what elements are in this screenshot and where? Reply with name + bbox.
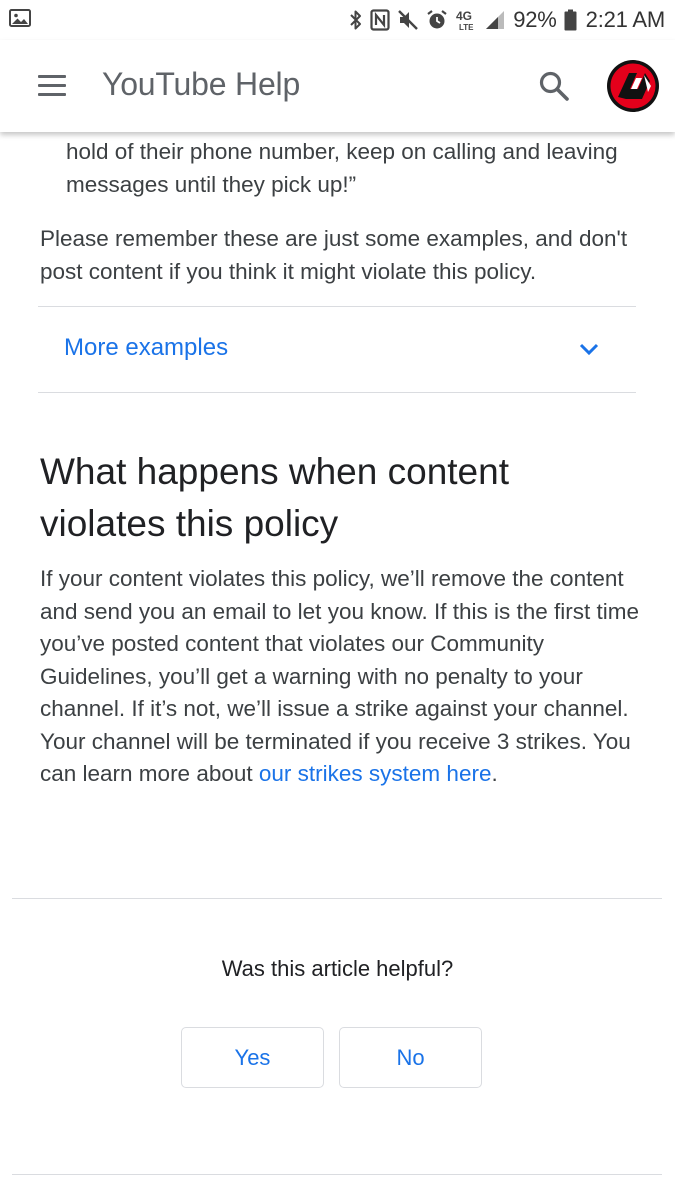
status-icons: 4G LTE 92% 2:21 AM (349, 6, 665, 34)
section-body-end: . (491, 761, 498, 786)
search-icon[interactable] (536, 68, 572, 104)
battery-percent: 92% (513, 7, 557, 32)
divider (12, 1174, 662, 1175)
divider (12, 898, 662, 899)
svg-text:LTE: LTE (459, 23, 474, 32)
status-bar: 4G LTE 92% 2:21 AM (0, 0, 675, 40)
example-quote-continuation: hold of their phone number, keep on call… (66, 139, 618, 197)
examples-disclaimer: Please remember these are just some exam… (40, 226, 628, 284)
mute-icon (397, 8, 419, 32)
app-title: YouTube Help (102, 66, 301, 102)
more-examples-label: More examples (64, 334, 229, 361)
network-4g-lte-icon: 4G LTE (455, 8, 477, 32)
svg-text:4G: 4G (456, 9, 472, 23)
app-bar: YouTube Help (0, 40, 675, 132)
alarm-icon (426, 8, 448, 32)
nfc-icon (370, 8, 390, 32)
helpful-no-button[interactable]: No (339, 1027, 482, 1088)
more-examples-expander[interactable]: More examples (38, 307, 636, 393)
chevron-down-icon (579, 343, 599, 356)
bluetooth-icon (349, 8, 363, 32)
menu-icon[interactable] (34, 72, 70, 98)
battery-icon (564, 8, 577, 32)
signal-icon (484, 8, 506, 32)
helpful-yes-button[interactable]: Yes (181, 1027, 324, 1088)
section-body-text: If your content violates this policy, we… (40, 566, 640, 786)
gallery-icon (9, 9, 31, 27)
section-body: If your content violates this policy, we… (40, 563, 645, 791)
divider (38, 392, 636, 393)
feedback-question: Was this article helpful? (221, 956, 454, 981)
avatar[interactable] (606, 59, 660, 113)
clock: 2:21 AM (585, 7, 666, 32)
section-heading: What happens when content violates this … (40, 451, 509, 544)
strikes-system-link[interactable]: our strikes system here (259, 761, 492, 786)
